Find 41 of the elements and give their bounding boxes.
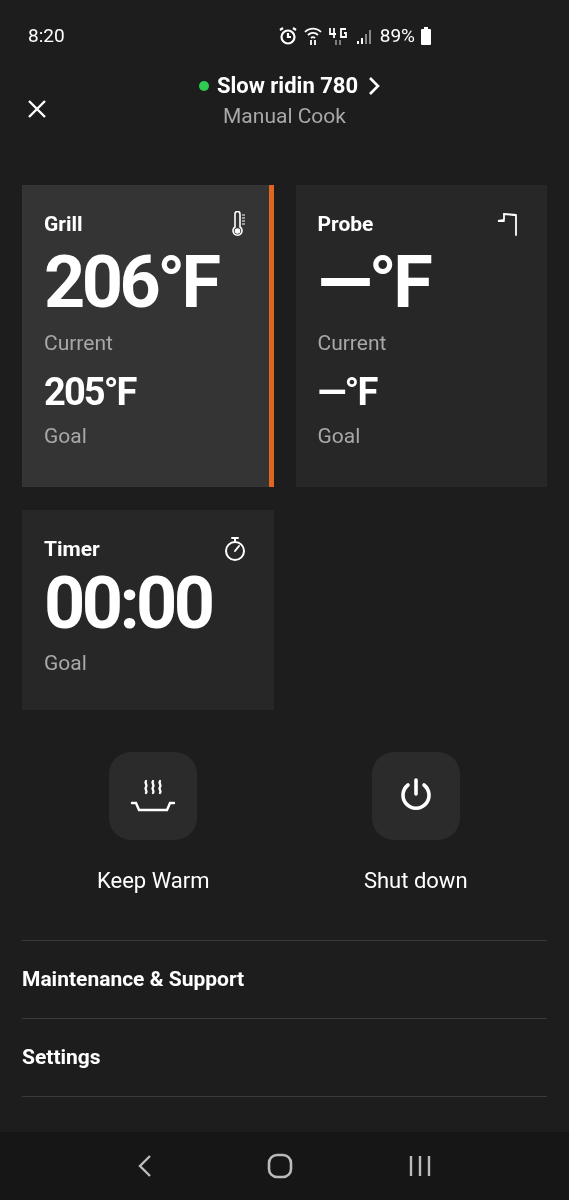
action-label: Shut down (363, 867, 468, 895)
goal-reading: —°F (317, 369, 378, 416)
chevron-right-icon (368, 76, 381, 96)
close-button[interactable] (26, 98, 48, 120)
goal-reading: 205°F (44, 369, 138, 416)
wifi-icon (303, 26, 322, 46)
temperature-card[interactable]: Probe —°F Current —°F Goal (295, 185, 547, 487)
timer-card[interactable]: Timer 00:00 Goal (22, 510, 274, 710)
home-icon[interactable] (266, 1153, 293, 1179)
action-label: Keep Warm (96, 867, 210, 895)
current-reading: 206°F (44, 239, 219, 327)
steaming-dish-icon (130, 779, 177, 813)
reading-label: Current (317, 330, 388, 357)
reading-label: Goal (44, 650, 88, 677)
card-title: Timer (44, 536, 100, 562)
keep-warm-button[interactable] (109, 752, 198, 840)
close-icon (27, 99, 47, 119)
menu-item[interactable]: Settings (22, 1019, 547, 1097)
probe-icon (496, 211, 520, 237)
cook-mode: Manual Cook (223, 103, 346, 130)
temperature-card[interactable]: Grill 206°F Current 205°F Goal (22, 185, 274, 487)
current-reading: 00:00 (44, 562, 213, 646)
stopwatch-icon (222, 536, 247, 562)
signal-icon (355, 27, 374, 45)
battery-icon (421, 27, 431, 45)
shutdown-button[interactable] (371, 752, 460, 840)
device-name-link[interactable]: Slow ridin 780 (216, 72, 381, 100)
card-title: Grill (44, 211, 83, 237)
reading-label: Goal (44, 423, 88, 450)
recents-icon[interactable] (407, 1154, 432, 1178)
thermometer-icon (230, 211, 247, 237)
network-type-icon (327, 26, 350, 46)
current-reading: —°F (317, 239, 431, 327)
reading-label: Current (44, 330, 114, 357)
card-title: Probe (317, 211, 374, 237)
back-icon[interactable] (137, 1154, 152, 1178)
menu-item[interactable]: Maintenance & Support (22, 941, 547, 1019)
reading-label: Goal (317, 423, 362, 450)
status-time: 8:20 (28, 22, 65, 49)
battery-percent: 89% (379, 22, 415, 49)
alarm-icon (277, 26, 298, 46)
